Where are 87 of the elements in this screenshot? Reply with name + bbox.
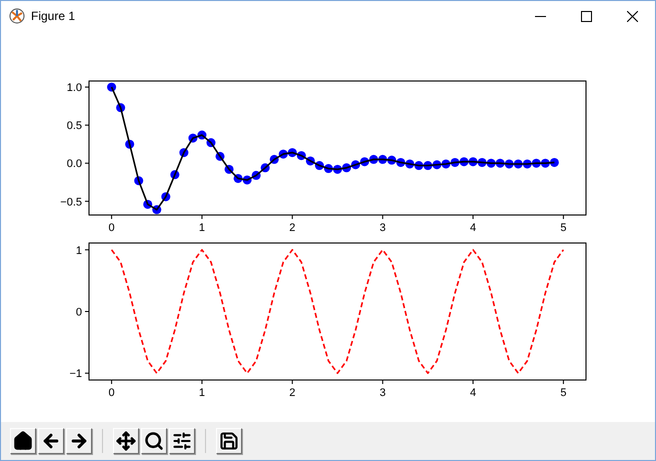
data-point [288,148,297,158]
tick-label: 1.0 [66,82,82,94]
data-point [378,154,388,164]
data-point [216,152,225,161]
data-point [441,160,450,168]
back-button[interactable] [38,428,64,454]
data-point [242,175,252,184]
tick-label: 1 [76,244,82,257]
tick-label: 3 [380,222,386,233]
data-point [152,205,162,214]
data-point [260,163,270,172]
tick-label: −0.5 [60,196,82,208]
data-point [296,151,306,160]
data-point [188,134,198,143]
data-point [179,148,188,158]
tick-label: 4 [470,222,476,233]
data-point [532,158,541,168]
data-point [224,164,234,174]
data-point [197,130,206,140]
data-point [414,161,424,170]
data-point [540,158,550,168]
data-point [387,156,396,165]
save-icon [219,431,239,451]
tick-label: 0 [108,222,115,233]
tick-label: −1 [69,368,82,380]
save-button[interactable] [216,428,242,454]
data-point [450,158,460,167]
window-title: Figure 1 [31,9,76,23]
forward-button[interactable] [66,428,92,454]
tick-label: 3 [380,387,386,399]
tick-label: 0 [108,387,115,399]
data-point [234,174,243,183]
tick-label: 0 [76,306,82,318]
data-point [278,150,288,159]
data-point [478,158,487,167]
data-point [134,176,144,186]
app-icon [9,8,25,24]
data-point [514,160,523,168]
pan-button[interactable] [113,428,139,454]
data-point [333,164,342,174]
data-point [107,82,116,92]
data-point [396,158,406,167]
data-point [405,160,414,168]
data-point [342,163,352,172]
configure-button[interactable] [169,428,195,454]
data-point [504,160,514,168]
forward-icon [69,431,89,451]
data-point [314,161,324,170]
data-point [423,161,432,170]
data-point [468,157,478,166]
data-point [351,160,360,170]
search-icon [144,431,164,451]
data-point [522,160,532,168]
data-point [306,156,315,166]
move-icon [116,431,136,451]
data-point [460,157,468,166]
data-point [360,157,370,166]
back-icon [41,431,61,451]
zoom-button[interactable] [141,428,167,454]
tick-label: 2 [289,222,296,233]
data-point [116,103,126,112]
data-point [496,158,505,168]
tick-label: 1 [198,222,206,233]
tick-label: 0.0 [66,158,82,170]
tick-label: 0.5 [66,120,82,132]
maximize-icon [580,10,592,22]
tick-label: 2 [289,387,296,399]
data-point [161,192,170,202]
sliders-icon [172,431,192,451]
close-icon [626,10,638,22]
tick-label: 1 [198,387,206,399]
data-point [252,170,261,180]
home-icon [13,431,33,451]
data-point [369,154,378,164]
data-point [486,158,496,168]
data-point [324,164,333,174]
tick-label: 4 [470,387,476,399]
data-point [170,170,180,180]
home-button[interactable] [10,428,36,454]
data-point [125,140,134,149]
data-point [432,160,442,170]
data-point [206,138,216,148]
data-point [143,200,152,209]
data-point [550,158,559,167]
data-point [270,154,279,164]
tick-label: 5 [560,222,566,233]
tick-label: 5 [560,387,566,399]
